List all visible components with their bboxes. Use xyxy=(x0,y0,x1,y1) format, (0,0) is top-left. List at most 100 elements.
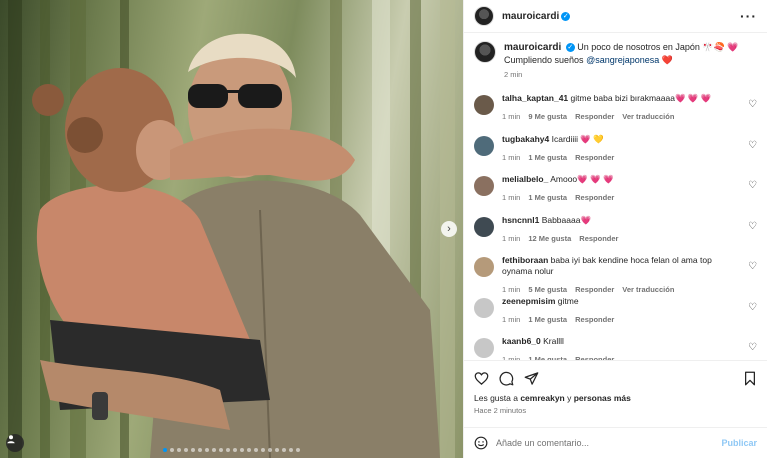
reply-button[interactable]: Responder xyxy=(575,192,614,203)
comment-like-heart-icon[interactable]: ♡ xyxy=(748,140,757,151)
likes-user-link[interactable]: cemreakyn xyxy=(520,393,564,403)
reply-button[interactable]: Responder xyxy=(575,152,614,163)
commenter-username[interactable]: talha_kaptan_41 xyxy=(502,93,568,103)
comment-text: Krallll xyxy=(543,336,564,346)
reply-button[interactable]: Responder xyxy=(575,314,614,325)
carousel-dot xyxy=(296,448,300,452)
carousel-indicator xyxy=(0,448,463,452)
comment-likes[interactable]: 1 Me gusta xyxy=(528,354,567,360)
likes-summary: Les gusta a cemreakyn y personas más xyxy=(474,393,757,403)
reply-button[interactable]: Responder xyxy=(575,284,614,295)
carousel-dot xyxy=(184,448,188,452)
comment-likes[interactable]: 1 Me gusta xyxy=(528,314,567,325)
comment-row: melialbelo_ Amooo💗 💗 💗 1 min 1 Me gusta Res… xyxy=(474,174,757,215)
carousel-dot xyxy=(247,448,251,452)
comment-likes[interactable]: 12 Me gusta xyxy=(528,233,571,244)
post-actions: Les gusta a cemreakyn y personas más Hac… xyxy=(464,360,767,458)
comment-like-heart-icon[interactable]: ♡ xyxy=(748,180,757,191)
publish-button[interactable]: Publicar xyxy=(721,438,757,448)
caption-mention-link[interactable]: @sangrejaponesa xyxy=(586,55,659,65)
author-username[interactable]: mauroicardi xyxy=(502,11,559,22)
comment-row: talha_kaptan_41 gitme baba bizi bırakmaa… xyxy=(474,93,757,134)
user-icon xyxy=(7,435,15,444)
see-translation-button[interactable]: Ver traducción xyxy=(622,111,674,122)
post-side-panel: mauroicardi ✓ ··· mauroicardi ✓ Un poco … xyxy=(463,0,767,458)
see-translation-button[interactable]: Ver traducción xyxy=(622,284,674,295)
reply-button[interactable]: Responder xyxy=(575,111,614,122)
comment-likes[interactable]: 9 Me gusta xyxy=(528,111,567,122)
comment-likes[interactable]: 1 Me gusta xyxy=(528,152,567,163)
verified-badge-icon: ✓ xyxy=(565,43,575,53)
post-caption: mauroicardi ✓ Un poco de nosotros en Jap… xyxy=(474,41,757,79)
carousel-dot xyxy=(219,448,223,452)
comment-text: Amooo💗 💗 💗 xyxy=(550,174,614,184)
commenter-username[interactable]: melialbelo_ xyxy=(502,174,548,184)
carousel-dot xyxy=(191,448,195,452)
comment-text: Icardiiii 💗 💛 xyxy=(551,133,604,144)
carousel-dot xyxy=(254,448,258,452)
carousel-dot xyxy=(170,448,174,452)
comment-like-heart-icon[interactable]: ♡ xyxy=(748,342,757,353)
commenter-avatar[interactable] xyxy=(474,95,494,115)
carousel-dot xyxy=(163,448,167,452)
likes-mid: y xyxy=(564,393,574,403)
carousel-dot xyxy=(282,448,286,452)
comment-time: 1 min xyxy=(502,152,521,162)
commenter-username[interactable]: zeenepmisim xyxy=(502,296,555,306)
caption-username[interactable]: mauroicardi xyxy=(504,42,561,53)
comments-list[interactable]: mauroicardi ✓ Un poco de nosotros en Jap… xyxy=(464,33,767,360)
post-header: mauroicardi ✓ ··· xyxy=(464,0,767,33)
likes-prefix: Les gusta a xyxy=(474,393,521,403)
commenter-username[interactable]: tugbakahy4 xyxy=(502,134,549,144)
comment-like-heart-icon[interactable]: ♡ xyxy=(748,261,757,272)
comment-like-heart-icon[interactable]: ♡ xyxy=(748,99,757,110)
comment-row: kaanb6_0 Krallll 1 min 1 Me gusta Responder… xyxy=(474,336,757,360)
commenter-avatar[interactable] xyxy=(474,216,494,237)
comment-time: 1 min xyxy=(502,285,521,294)
commenter-username[interactable]: hsncnnl1 xyxy=(502,215,539,225)
carousel-dot xyxy=(240,448,244,452)
comment-input[interactable]: Añade un comentario... xyxy=(496,438,713,448)
comment-icon[interactable] xyxy=(499,371,514,386)
reply-button[interactable]: Responder xyxy=(575,354,614,360)
comment-likes[interactable]: 1 Me gusta xyxy=(528,192,567,203)
comment-time: 1 min xyxy=(502,355,521,360)
caption-avatar[interactable] xyxy=(474,41,496,63)
commenter-username[interactable]: kaanb6_0 xyxy=(502,336,541,346)
comment-time: 1 min xyxy=(502,112,521,121)
commenter-avatar[interactable] xyxy=(474,257,494,277)
likes-others-link[interactable]: personas más xyxy=(574,393,631,403)
carousel-dot xyxy=(268,448,272,452)
comment-time: 1 min xyxy=(502,233,521,243)
commenter-avatar[interactable] xyxy=(474,176,494,196)
comment-row: zeenepmisim gitme 1 min 1 Me gusta Responde… xyxy=(474,296,757,337)
posted-time: Hace 2 minutos xyxy=(474,406,527,415)
comment-time: 1 min xyxy=(502,193,521,202)
post-photo[interactable]: › xyxy=(0,0,463,458)
reply-button[interactable]: Responder xyxy=(579,233,618,244)
comment-likes[interactable]: 5 Me gusta xyxy=(528,284,567,295)
carousel-dot xyxy=(261,448,265,452)
carousel-dot xyxy=(226,448,230,452)
carousel-dot xyxy=(275,448,279,452)
commenter-avatar[interactable] xyxy=(474,338,494,358)
next-photo-button[interactable]: › xyxy=(441,221,457,237)
commenter-avatar[interactable] xyxy=(474,135,494,156)
carousel-dot xyxy=(289,448,293,452)
emoji-icon[interactable] xyxy=(474,436,488,450)
caption-time: 2 min xyxy=(504,70,523,79)
commenter-username[interactable]: fethiboraan xyxy=(502,255,548,265)
like-heart-icon[interactable] xyxy=(474,371,489,386)
comment-like-heart-icon[interactable]: ♡ xyxy=(748,221,757,232)
author-avatar[interactable] xyxy=(474,6,494,26)
more-options-icon[interactable]: ··· xyxy=(740,8,757,24)
comment-time: 1 min xyxy=(502,314,521,324)
chevron-right-icon: › xyxy=(447,222,451,235)
add-comment-bar: Añade un comentario... Publicar xyxy=(464,427,767,457)
share-icon[interactable] xyxy=(524,371,539,386)
comment-row: hsncnnl1 Babbaaaa💗 1 min 12 Me gusta Respon… xyxy=(474,215,757,256)
commenter-avatar[interactable] xyxy=(474,297,494,318)
carousel-dot xyxy=(233,448,237,452)
comment-like-heart-icon[interactable]: ♡ xyxy=(748,302,757,313)
save-bookmark-icon[interactable] xyxy=(743,371,757,386)
